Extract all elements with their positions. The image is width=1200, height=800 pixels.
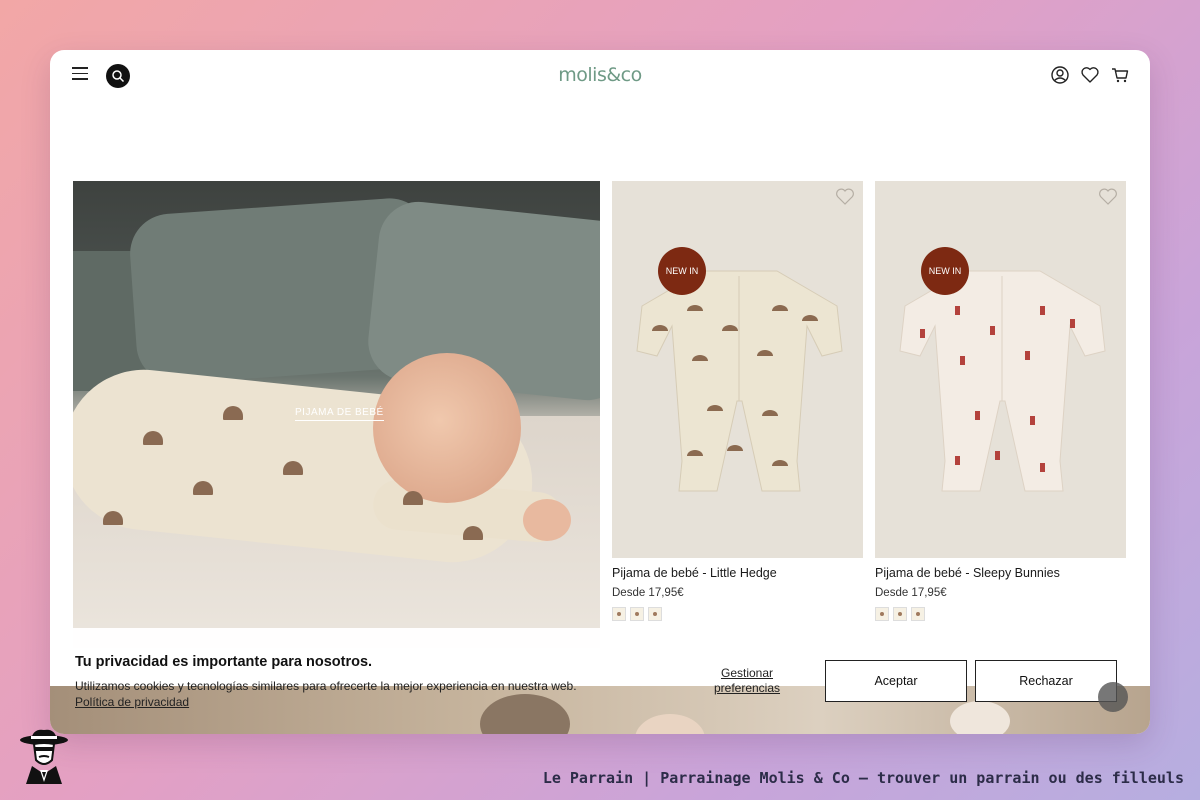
header-actions bbox=[1050, 65, 1130, 85]
product-card[interactable]: NEW IN Pijama de bebé - Sleepy Bunnies D… bbox=[875, 181, 1126, 621]
new-in-badge: NEW IN bbox=[658, 247, 706, 295]
accept-button[interactable]: Aceptar bbox=[825, 660, 967, 702]
new-in-badge: NEW IN bbox=[921, 247, 969, 295]
heart-icon[interactable] bbox=[835, 188, 855, 206]
product-image[interactable]: NEW IN bbox=[875, 181, 1126, 558]
product-name[interactable]: Pijama de bebé - Sleepy Bunnies bbox=[875, 566, 1126, 580]
product-card[interactable]: NEW IN Pijama de bebé - Little Hedge Des… bbox=[612, 181, 863, 621]
cookie-title: Tu privacidad es importante para nosotro… bbox=[75, 654, 373, 670]
product-name[interactable]: Pijama de bebé - Little Hedge bbox=[612, 566, 863, 580]
shopping-cart-icon[interactable] bbox=[1110, 65, 1130, 85]
mafia-man-logo-icon bbox=[20, 729, 68, 784]
product-price: Desde 17,95€ bbox=[612, 587, 684, 599]
color-swatch[interactable] bbox=[648, 607, 662, 621]
heart-icon[interactable] bbox=[1098, 188, 1118, 206]
chat-widget-icon[interactable] bbox=[1098, 682, 1128, 712]
hero-category-link[interactable]: PIJAMA DE BEBÉ bbox=[295, 407, 384, 421]
color-swatch[interactable] bbox=[612, 607, 626, 621]
browser-window: molis&co PIJAMA DE BEBÉ NEW IN Pijama de… bbox=[50, 50, 1150, 734]
product-image-pajama bbox=[899, 270, 1106, 492]
product-price: Desde 17,95€ bbox=[875, 587, 947, 599]
hero-banner-image[interactable]: PIJAMA DE BEBÉ bbox=[73, 181, 600, 648]
color-swatches bbox=[875, 607, 1126, 621]
site-header: molis&co bbox=[50, 50, 1150, 102]
product-image[interactable]: NEW IN bbox=[612, 181, 863, 558]
privacy-policy-link[interactable]: Política de privacidad bbox=[75, 695, 189, 709]
site-logo[interactable]: molis&co bbox=[50, 64, 1150, 86]
user-icon[interactable] bbox=[1050, 65, 1070, 85]
cookie-text: Utilizamos cookies y tecnologías similar… bbox=[75, 679, 577, 693]
color-swatch[interactable] bbox=[875, 607, 889, 621]
color-swatch[interactable] bbox=[630, 607, 644, 621]
color-swatch[interactable] bbox=[911, 607, 925, 621]
color-swatches bbox=[612, 607, 863, 621]
color-swatch[interactable] bbox=[893, 607, 907, 621]
manage-preferences-link[interactable]: Gestionar preferencias bbox=[702, 666, 792, 696]
product-image-pajama bbox=[636, 270, 843, 492]
heart-icon[interactable] bbox=[1080, 65, 1100, 85]
page-footer-title: Le Parrain | Parrainage Molis & Co — tro… bbox=[542, 769, 1184, 787]
reject-button[interactable]: Rechazar bbox=[975, 660, 1117, 702]
